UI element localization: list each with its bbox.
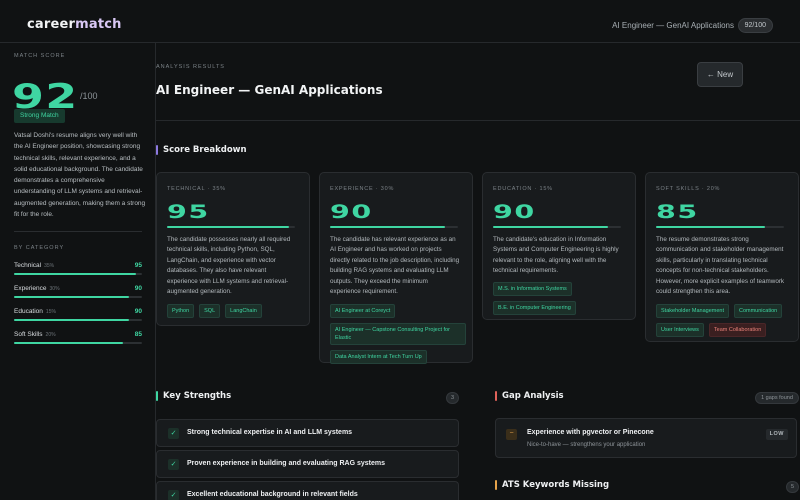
category-weight: 35% xyxy=(44,263,55,269)
card-progress xyxy=(656,226,784,228)
sidebar-divider xyxy=(14,231,142,232)
card-score: 85 xyxy=(656,201,699,223)
tag: Stakeholder Management xyxy=(656,304,729,318)
category-row-soft-skills: Soft Skills 20% 85 xyxy=(14,331,142,347)
minus-icon: − xyxy=(506,429,517,440)
tag-missing: Team Collaboration xyxy=(708,323,767,337)
category-row-technical: Technical 35% 95 xyxy=(14,262,142,278)
match-score-label: MATCH SCORE xyxy=(14,53,66,59)
category-row-experience: Experience 30% 90 xyxy=(14,285,142,301)
card-technical: TECHNICAL · 35% 95 The candidate possess… xyxy=(156,172,310,326)
tag: Data Analyst Intern at Tech Turn Up xyxy=(330,350,427,364)
category-name: Technical xyxy=(14,262,42,269)
sidebar: MATCH SCORE 92 /100 Strong Match Vatsal … xyxy=(0,43,156,500)
card-description: The candidate has relevant experience as… xyxy=(330,236,460,296)
strength-item: ✓ Strong technical expertise in AI and L… xyxy=(156,419,459,447)
card-progress xyxy=(493,226,621,228)
card-progress xyxy=(330,226,458,228)
category-score: 95 xyxy=(134,262,142,269)
summary-text: Vatsal Doshi's resume aligns very well w… xyxy=(14,132,146,219)
gap-title: Experience with pgvector or Pinecone xyxy=(527,429,654,436)
card-progress xyxy=(167,226,295,228)
strength-item: ✓ Excellent educational background in re… xyxy=(156,481,459,500)
category-weight: 20% xyxy=(45,332,56,338)
by-category-label: BY CATEGORY xyxy=(14,245,65,251)
card-tags: Stakeholder Management Communication Use… xyxy=(656,304,792,337)
main-divider xyxy=(156,120,800,121)
card-education: EDUCATION · 15% 90 The candidate's educa… xyxy=(482,172,636,320)
app-logo[interactable]: careermatch xyxy=(27,17,122,32)
key-strengths-title: Key Strengths xyxy=(156,391,231,401)
category-name: Experience xyxy=(14,285,47,292)
check-icon: ✓ xyxy=(168,459,179,470)
card-category: EDUCATION · 15% xyxy=(493,186,553,192)
match-badge: Strong Match xyxy=(14,109,65,123)
card-description: The candidate possesses nearly all requi… xyxy=(167,236,291,296)
strengths-count: 3 xyxy=(446,392,459,404)
card-experience: EXPERIENCE · 30% 90 The candidate has re… xyxy=(319,172,473,364)
card-category: EXPERIENCE · 30% xyxy=(330,186,395,192)
tag: SQL xyxy=(199,304,221,318)
card-score: 90 xyxy=(330,201,373,223)
card-description: The candidate's education in Information… xyxy=(493,236,619,275)
category-score: 90 xyxy=(134,285,142,292)
tag: AI Engineer — Capstone Consulting Projec… xyxy=(330,323,466,345)
card-tags: AI Engineer at Coreyct AI Engineer — Cap… xyxy=(330,304,466,364)
strength-text: Excellent educational background in rele… xyxy=(187,491,358,498)
category-progress xyxy=(14,296,142,298)
category-progress xyxy=(14,342,142,344)
header-score-badge: 92/100 xyxy=(737,18,773,33)
ats-count: 5 xyxy=(786,481,799,493)
page-title: AI Engineer — GenAI Applications xyxy=(156,83,383,97)
tag: AI Engineer at Coreyct xyxy=(330,304,396,318)
card-score: 90 xyxy=(493,201,536,223)
top-bar: careermatch AI Engineer — GenAI Applicat… xyxy=(0,0,800,43)
tag: LangChain xyxy=(225,304,262,318)
category-score: 90 xyxy=(134,308,142,315)
score-denominator: /100 xyxy=(80,91,98,101)
new-analysis-button[interactable]: ← New xyxy=(697,62,743,87)
score-breakdown-title: Score Breakdown xyxy=(156,145,247,155)
card-description: The resume demonstrates strong communica… xyxy=(656,236,785,296)
category-weight: 15% xyxy=(45,309,56,315)
category-score: 85 xyxy=(134,331,142,338)
card-category: SOFT SKILLS · 20% xyxy=(656,186,721,192)
card-score: 95 xyxy=(167,201,210,223)
category-name: Education xyxy=(14,308,43,315)
tag: Communication xyxy=(733,304,783,318)
header-job-title: AI Engineer — GenAI Applications xyxy=(612,21,734,30)
check-icon: ✓ xyxy=(168,428,179,439)
gap-analysis-title: Gap Analysis xyxy=(495,391,564,401)
category-name: Soft Skills xyxy=(14,331,43,338)
strength-text: Proven experience in building and evalua… xyxy=(187,460,385,467)
tag: Python xyxy=(167,304,195,318)
tag: B.E. in Computer Engineering xyxy=(493,301,576,315)
card-tags: M.S. in Information Systems B.E. in Comp… xyxy=(493,282,629,315)
gap-subtitle: Nice-to-have — strengthens your applicat… xyxy=(527,442,646,448)
card-soft-skills: SOFT SKILLS · 20% 85 The resume demonstr… xyxy=(645,172,799,342)
ats-keywords-title: ATS Keywords Missing xyxy=(495,480,609,490)
card-tags: Python SQL LangChain xyxy=(167,304,303,318)
severity-badge: LOW xyxy=(765,429,788,440)
tag: M.S. in Information Systems xyxy=(493,282,572,296)
gaps-count: 1 gaps found xyxy=(755,392,799,404)
tag: User Interviews xyxy=(656,323,704,337)
strength-text: Strong technical expertise in AI and LLM… xyxy=(187,429,353,436)
category-progress xyxy=(14,319,142,321)
eyebrow-label: ANALYSIS RESULTS xyxy=(156,64,225,70)
category-progress xyxy=(14,273,142,275)
strength-item: ✓ Proven experience in building and eval… xyxy=(156,450,459,478)
check-icon: ✓ xyxy=(168,490,179,500)
category-weight: 30% xyxy=(49,286,60,292)
category-row-education: Education 15% 90 xyxy=(14,308,142,324)
gap-item: − Experience with pgvector or Pinecone N… xyxy=(495,418,797,458)
card-category: TECHNICAL · 35% xyxy=(167,186,226,192)
